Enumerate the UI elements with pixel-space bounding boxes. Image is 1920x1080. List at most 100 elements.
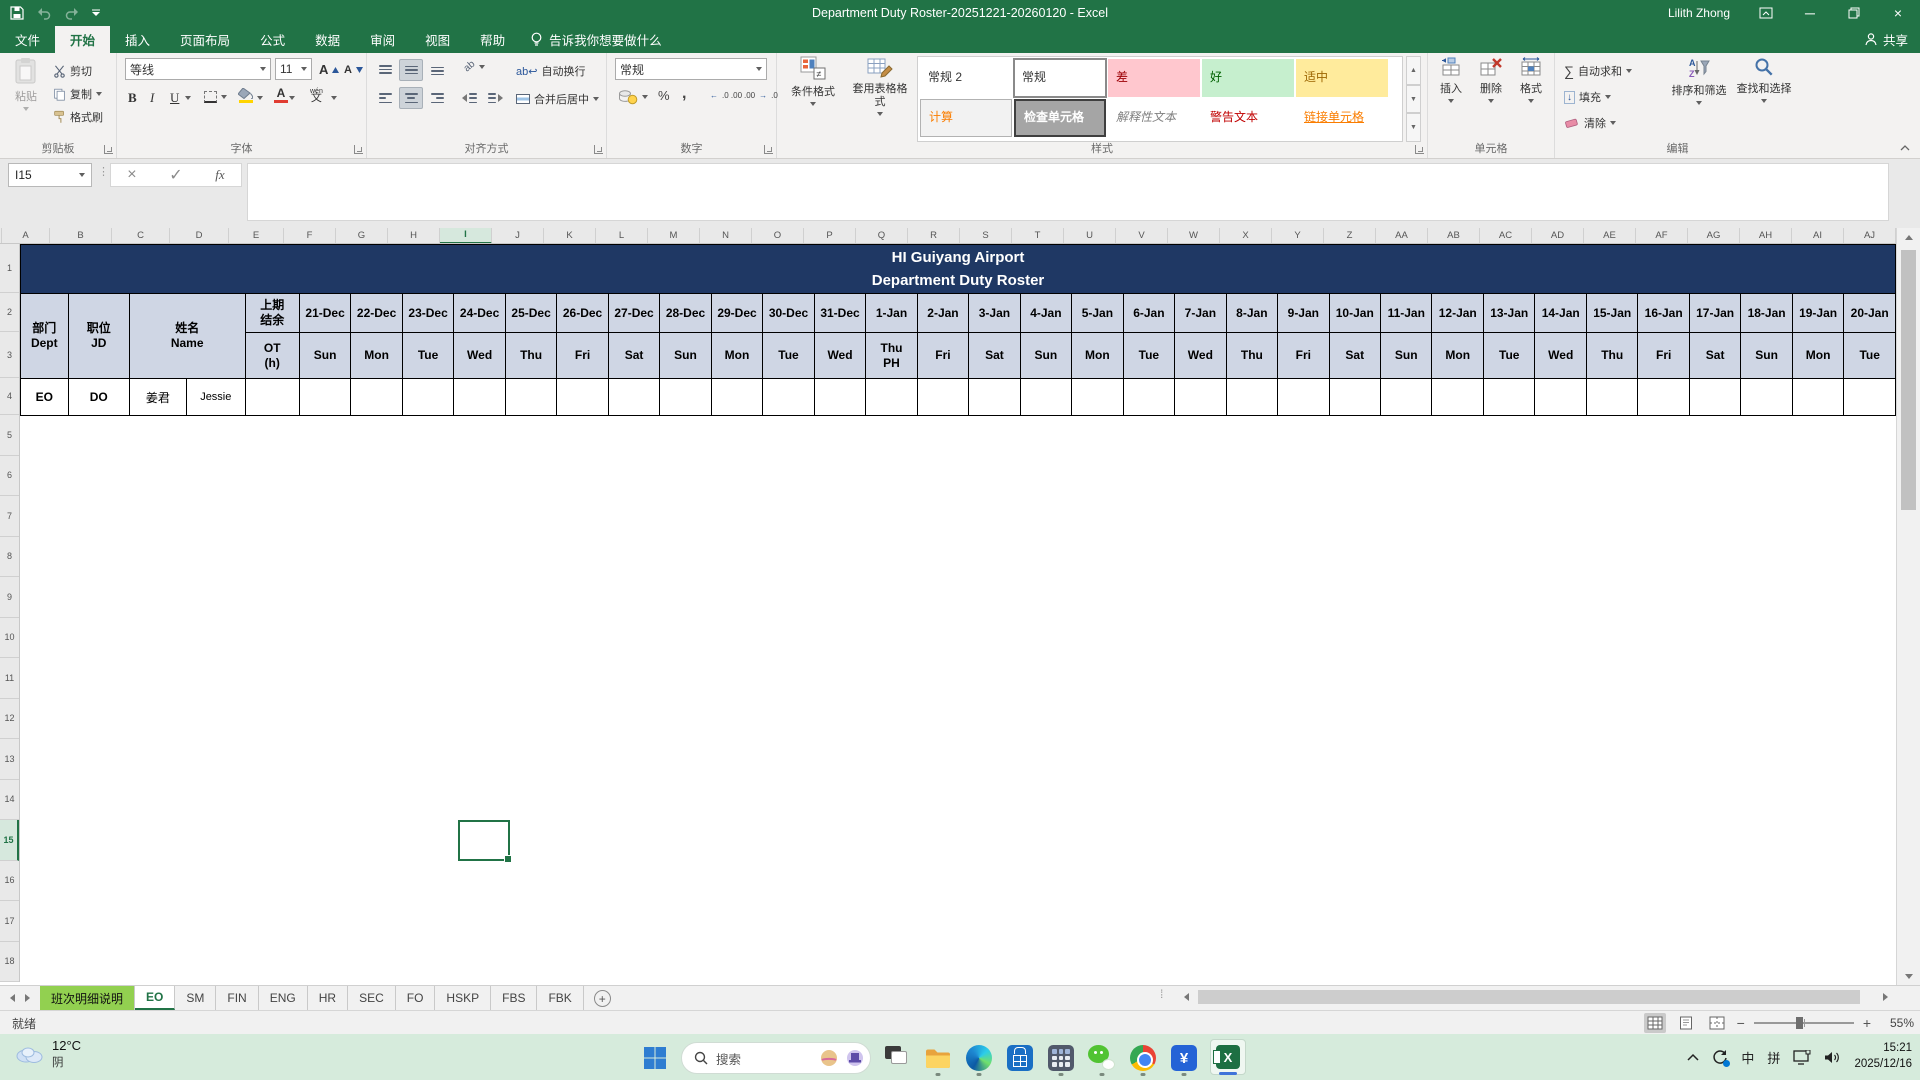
date-header-14-Jan[interactable]: 14-Jan [1535,294,1587,333]
clear-button[interactable]: 清除 [1561,113,1619,133]
chrome-button[interactable] [1128,1042,1158,1074]
day-header-4-Jan[interactable]: Sun [1020,333,1071,379]
day-header-9-Jan[interactable]: Fri [1278,333,1329,379]
scroll-right-icon[interactable] [1875,986,1895,1008]
copy-button[interactable]: 复制 [50,84,105,104]
duty-cell-11-Jan[interactable] [1381,379,1432,416]
day-header-25-Dec[interactable]: Thu [505,333,556,379]
column-header-G[interactable]: G [336,228,388,244]
header-name[interactable]: 姓名 Name [129,294,245,379]
percent-style-button[interactable]: % [655,86,673,105]
date-header-25-Dec[interactable]: 25-Dec [505,294,556,333]
duty-cell-1-Jan[interactable] [866,379,917,416]
comma-style-button[interactable]: , [679,83,689,105]
tab-insert[interactable]: 插入 [110,26,165,53]
alignment-dialog-launcher-icon[interactable] [594,145,603,154]
column-header-AA[interactable]: AA [1376,228,1428,244]
gallery-scroll-down-icon[interactable]: ▼ [1406,85,1421,114]
header-prev-balance[interactable]: 上期 结余 [245,294,299,333]
excel-taskbar-button[interactable]: X [1210,1039,1246,1075]
row-header-14[interactable]: 14 [0,780,19,821]
date-header-11-Jan[interactable]: 11-Jan [1381,294,1432,333]
hidden-icons-chevron-icon[interactable] [1687,1053,1699,1061]
column-header-C[interactable]: C [112,228,170,244]
day-header-14-Jan[interactable]: Wed [1535,333,1587,379]
day-header-28-Dec[interactable]: Sun [660,333,711,379]
duty-cell-9-Jan[interactable] [1278,379,1329,416]
page-break-view-icon[interactable] [1706,1013,1728,1033]
row-header-15[interactable]: 15 [0,820,19,861]
underline-caret[interactable] [185,96,191,100]
minimize-button[interactable]: ─ [1788,0,1832,26]
day-header-17-Jan[interactable]: Sat [1689,333,1740,379]
duty-cell-22-Dec[interactable] [351,379,403,416]
duty-cell-14-Jan[interactable] [1535,379,1587,416]
column-header-I[interactable]: I [440,228,492,244]
cell-style-normal2[interactable]: 常规 2 [920,59,1012,97]
column-header-D[interactable]: D [170,228,229,244]
date-header-12-Jan[interactable]: 12-Jan [1432,294,1484,333]
sheet-tab-FO[interactable]: FO [396,986,436,1010]
staff-name-en[interactable]: Jessie [187,379,246,416]
page-layout-view-icon[interactable] [1675,1013,1697,1033]
font-size-select[interactable]: 11 [275,58,312,80]
bold-button[interactable]: B [125,88,140,108]
duty-cell-7-Jan[interactable] [1175,379,1227,416]
date-header-23-Dec[interactable]: 23-Dec [402,294,453,333]
column-header-F[interactable]: F [284,228,336,244]
date-header-5-Jan[interactable]: 5-Jan [1072,294,1124,333]
display-cast-icon[interactable] [1793,1050,1811,1065]
date-header-31-Dec[interactable]: 31-Dec [814,294,866,333]
column-header-AB[interactable]: AB [1428,228,1480,244]
tab-formulas[interactable]: 公式 [245,26,300,53]
date-header-8-Jan[interactable]: 8-Jan [1226,294,1277,333]
sheet-tab-HSKP[interactable]: HSKP [435,986,491,1010]
date-header-9-Jan[interactable]: 9-Jan [1278,294,1329,333]
date-header-18-Jan[interactable]: 18-Jan [1741,294,1792,333]
tab-scroll-splitter[interactable]: ⁞ [1160,987,1164,1001]
day-header-1-Jan[interactable]: Thu PH [866,333,917,379]
column-header-AI[interactable]: AI [1792,228,1844,244]
calculator-button[interactable] [1046,1042,1076,1074]
duty-cell-2-Jan[interactable] [917,379,968,416]
column-header-A[interactable]: A [2,228,50,244]
row-header-17[interactable]: 17 [0,901,19,942]
day-header-13-Jan[interactable]: Tue [1484,333,1535,379]
tell-me-box[interactable]: 告诉我你想要做什么 [520,26,672,53]
day-header-16-Jan[interactable]: Fri [1638,333,1689,379]
duty-cell-27-Dec[interactable] [608,379,659,416]
orientation-button[interactable]: ab [461,59,488,74]
font-color-button[interactable]: A [271,86,291,105]
duty-cell-4-Jan[interactable] [1020,379,1071,416]
row-header-12[interactable]: 12 [0,699,19,740]
vertical-scroll-thumb[interactable] [1901,250,1916,510]
cell-style-check[interactable]: 检查单元格 [1014,99,1106,137]
sheet-tab-FBS[interactable]: FBS [491,986,537,1010]
column-header-X[interactable]: X [1220,228,1272,244]
italic-button[interactable]: I [147,88,157,108]
duty-cell-23-Dec[interactable] [402,379,453,416]
close-button[interactable]: × [1876,0,1920,26]
date-header-24-Dec[interactable]: 24-Dec [454,294,506,333]
ime-language-indicator[interactable]: 中 [1741,1048,1754,1067]
column-header-B[interactable]: B [50,228,112,244]
duty-cell-15-Jan[interactable] [1586,379,1637,416]
find-select-button[interactable]: 查找和选择 [1733,57,1795,139]
column-header-AD[interactable]: AD [1532,228,1584,244]
scroll-up-icon[interactable] [1897,228,1920,246]
tab-home[interactable]: 开始 [55,26,110,53]
align-bottom-button[interactable] [425,59,449,81]
tab-data[interactable]: 数据 [300,26,355,53]
cell-style-explain[interactable]: 解释性文本 [1108,99,1200,137]
date-header-15-Jan[interactable]: 15-Jan [1586,294,1637,333]
date-header-7-Jan[interactable]: 7-Jan [1175,294,1227,333]
number-format-select[interactable]: 常规 [615,58,767,80]
tab-view[interactable]: 视图 [410,26,465,53]
sheet-tab-FBK[interactable]: FBK [537,986,583,1010]
align-left-button[interactable] [373,87,397,109]
task-view-button[interactable] [882,1042,912,1074]
row-header-7[interactable]: 7 [0,496,19,537]
day-header-12-Jan[interactable]: Mon [1432,333,1484,379]
day-header-31-Dec[interactable]: Wed [814,333,866,379]
row-header-3[interactable]: 3 [0,332,19,378]
